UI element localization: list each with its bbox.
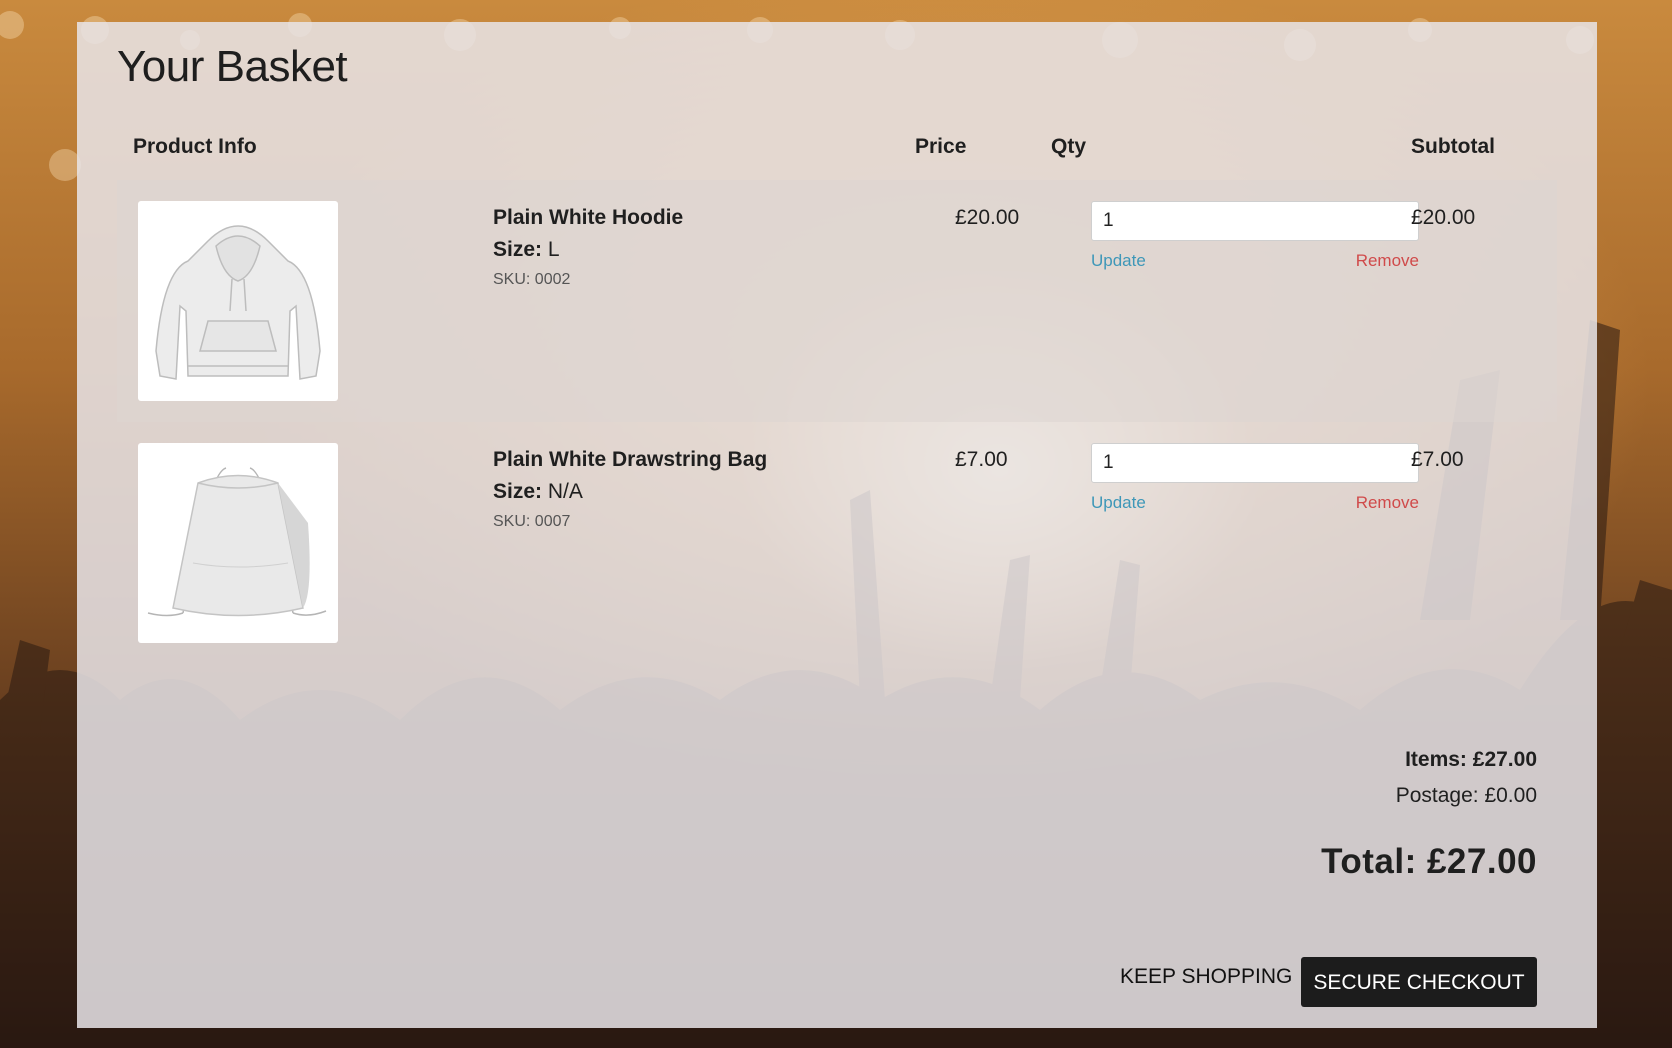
page-title: Your Basket xyxy=(117,42,348,91)
basket-panel: Your Basket Product Info Price Qty Subto… xyxy=(77,22,1597,1028)
quantity-input[interactable] xyxy=(1091,443,1419,483)
header-product-info: Product Info xyxy=(133,135,257,158)
update-link[interactable]: Update xyxy=(1091,251,1146,271)
drawstring-bag-image xyxy=(138,443,338,643)
header-price: Price xyxy=(915,135,967,158)
remove-link[interactable]: Remove xyxy=(1339,251,1419,271)
product-size: Size: N/A xyxy=(493,480,583,504)
quantity-input[interactable] xyxy=(1091,201,1419,241)
basket-row: Plain White Hoodie Size: L SKU: 0002 £20… xyxy=(117,180,1557,422)
product-name: Plain White Drawstring Bag xyxy=(493,448,768,471)
header-qty: Qty xyxy=(1051,135,1087,158)
product-subtotal: £20.00 xyxy=(1411,206,1476,229)
product-sku: SKU: 0007 xyxy=(493,513,571,530)
secure-checkout-button[interactable]: SECURE CHECKOUT xyxy=(1301,957,1537,1007)
product-subtotal: £7.00 xyxy=(1411,448,1464,471)
product-price: £20.00 xyxy=(955,206,1020,229)
header-subtotal: Subtotal xyxy=(1411,135,1495,158)
hoodie-image xyxy=(138,201,338,401)
size-label: Size: xyxy=(493,238,543,261)
product-size: Size: L xyxy=(493,238,560,262)
items-total: Items: £27.00 xyxy=(1405,748,1537,771)
product-name: Plain White Hoodie xyxy=(493,206,684,229)
size-label: Size: xyxy=(493,480,543,503)
postage-total: Postage: £0.00 xyxy=(1395,784,1537,807)
keep-shopping-button[interactable]: KEEP SHOPPING xyxy=(1108,957,1304,997)
size-value: L xyxy=(547,238,560,261)
grand-total: Total: £27.00 xyxy=(1321,842,1537,881)
update-link[interactable]: Update xyxy=(1091,493,1146,513)
product-sku: SKU: 0002 xyxy=(493,271,571,288)
remove-link[interactable]: Remove xyxy=(1339,493,1419,513)
size-value: N/A xyxy=(547,480,583,503)
product-price: £7.00 xyxy=(955,448,1008,471)
basket-row: Plain White Drawstring Bag Size: N/A SKU… xyxy=(117,422,1557,664)
